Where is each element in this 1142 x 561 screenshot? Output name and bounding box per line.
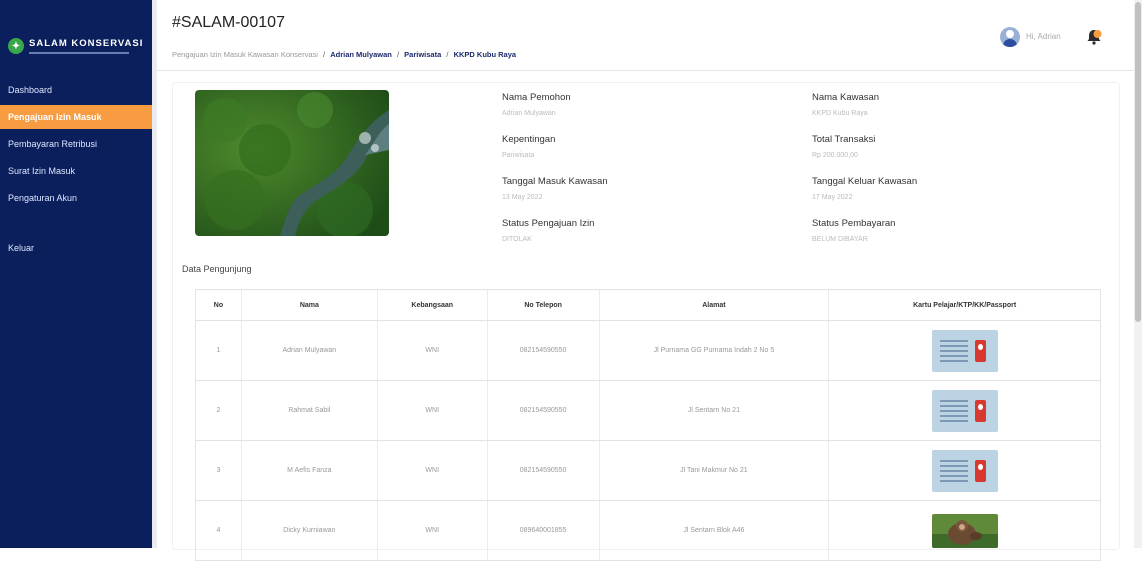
cell-no: 4 <box>195 500 242 561</box>
sidebar-item-pengaturan-akun[interactable]: Pengaturan Akun <box>0 186 152 210</box>
cell-kartu <box>828 500 1101 561</box>
cell-telepon: 089640001855 <box>486 500 600 561</box>
table-header-row: No Nama Kebangsaan No Telepon Alamat Kar… <box>195 289 1101 321</box>
field-nama-kawasan: Nama Kawasan KKPD Kubu Raya <box>812 92 879 117</box>
sidebar-divider <box>152 0 157 548</box>
field-kepentingan: Kepentingan Pariwisata <box>502 134 555 159</box>
id-card-thumbnail-icon[interactable] <box>931 449 998 492</box>
cell-nama: Dicky Kurniawan <box>240 500 378 561</box>
cell-alamat: Jl Sentarn No 21 <box>598 380 829 441</box>
table-row: 1 Adrian Mulyawan WNI 082154590550 Jl Pu… <box>195 320 1101 381</box>
cell-telepon: 082154590550 <box>486 320 600 381</box>
cell-kebangsaan: WNI <box>376 320 488 381</box>
app-logo-text: SALAM KONSERVASI <box>29 38 144 49</box>
column-header-alamat: Alamat <box>598 289 829 321</box>
breadcrumb-area[interactable]: KKPD Kubu Raya <box>454 50 517 59</box>
field-label: Nama Kawasan <box>812 92 880 103</box>
cell-nama: M Aefis Fanza <box>240 440 378 501</box>
column-header-telepon: No Telepon <box>486 289 600 321</box>
field-value: KKPD Kubu Raya <box>812 110 868 117</box>
cell-no: 3 <box>195 440 242 501</box>
leaf-logo-icon: ✦ <box>8 38 24 54</box>
column-header-nama: Nama <box>240 289 378 321</box>
cell-telepon: 082154590550 <box>486 440 600 501</box>
field-nama-pemohon: Nama Pemohon Adrian Mulyawan <box>502 92 571 117</box>
field-value: 13 May 2022 <box>502 194 543 201</box>
table-row: 2 Rahmat Sabil WNI 082154590550 Jl Senta… <box>195 380 1101 441</box>
field-label: Total Transaksi <box>812 134 876 145</box>
column-header-kebangsaan: Kebangsaan <box>376 289 488 321</box>
sidebar-item-pembayaran-retribusi[interactable]: Pembayaran Retribusi <box>0 132 152 156</box>
app-logo[interactable]: ✦ SALAM KONSERVASI <box>8 32 148 60</box>
visitors-table: No Nama Kebangsaan No Telepon Alamat Kar… <box>195 289 1101 561</box>
visitors-section-title: Data Pengunjung <box>182 264 252 274</box>
field-value: Rp 200.000,00 <box>812 152 858 159</box>
field-tanggal-keluar: Tanggal Keluar Kawasan 17 May 2022 <box>812 176 917 201</box>
field-label: Nama Pemohon <box>502 92 571 103</box>
logo-tagline-bar <box>29 52 129 54</box>
field-label: Tanggal Masuk Kawasan <box>502 176 608 187</box>
cell-alamat: Jl Purnama GG Purnama Indah 2 No 5 <box>598 320 829 381</box>
area-photo <box>195 90 389 236</box>
cell-alamat: Jl Tani Makmur No 21 <box>598 440 829 501</box>
sidebar: ✦ SALAM KONSERVASI Dashboard Pengajuan I… <box>0 0 152 548</box>
sidebar-item-pengajuan-izin-masuk[interactable]: Pengajuan Izin Masuk <box>0 105 152 129</box>
page-title: #SALAM-00107 <box>172 14 285 31</box>
field-value: BELUM DIBAYAR <box>812 236 868 243</box>
table-row: 4 Dicky Kurniawan WNI 089640001855 Jl Se… <box>195 500 1101 561</box>
cell-kebangsaan: WNI <box>376 500 488 561</box>
breadcrumb-applicant[interactable]: Adrian Mulyawan <box>330 50 392 59</box>
cell-nama: Adrian Mulyawan <box>240 320 378 381</box>
id-card-thumbnail-icon[interactable] <box>931 329 998 372</box>
field-total-transaksi: Total Transaksi Rp 200.000,00 <box>812 134 875 159</box>
animal-photo-thumbnail[interactable] <box>931 513 998 548</box>
cell-no: 2 <box>195 380 242 441</box>
column-header-kartu: Kartu Pelajar/KTP/KK/Passport <box>828 289 1101 321</box>
cell-kebangsaan: WNI <box>376 440 488 501</box>
id-card-thumbnail-icon[interactable] <box>931 389 998 432</box>
breadcrumb: Pengajuan Izin Masuk Kawasan Konservasi … <box>172 50 517 59</box>
field-status-pengajuan: Status Pengajuan Izin DITOLAK <box>502 218 594 243</box>
field-status-pembayaran: Status Pembayaran BELUM DIBAYAR <box>812 218 895 243</box>
field-value: Pariwisata <box>502 152 535 159</box>
bell-icon[interactable] <box>1085 28 1103 46</box>
field-label: Kepentingan <box>502 134 556 145</box>
field-label: Status Pengajuan Izin <box>502 218 595 229</box>
sidebar-item-keluar[interactable]: Keluar <box>0 236 152 260</box>
sidebar-item-surat-izin-masuk[interactable]: Surat Izin Masuk <box>0 159 152 183</box>
field-value: 17 May 2022 <box>812 194 853 201</box>
breadcrumb-purpose[interactable]: Pariwisata <box>404 50 441 59</box>
cell-kartu <box>828 320 1101 381</box>
cell-kebangsaan: WNI <box>376 380 488 441</box>
cell-telepon: 082154590550 <box>486 380 600 441</box>
cell-kartu <box>828 380 1101 441</box>
scrollbar-thumb[interactable] <box>1135 2 1141 322</box>
cell-no: 1 <box>195 320 242 381</box>
user-avatar-icon[interactable] <box>1000 27 1020 47</box>
column-header-no: No <box>195 289 242 321</box>
cell-kartu <box>828 440 1101 501</box>
cell-alamat: Jl Sentarn Blok A46 <box>598 500 829 561</box>
cell-nama: Rahmat Sabil <box>240 380 378 441</box>
table-row: 3 M Aefis Fanza WNI 082154590550 Jl Tani… <box>195 440 1101 501</box>
field-value: Adrian Mulyawan <box>502 110 556 117</box>
header <box>157 0 1134 71</box>
field-label: Status Pembayaran <box>812 218 896 229</box>
user-greeting[interactable]: Hi, Adrian <box>1026 32 1061 41</box>
field-value: DITOLAK <box>502 236 532 243</box>
field-label: Tanggal Keluar Kawasan <box>812 176 918 187</box>
sidebar-item-dashboard[interactable]: Dashboard <box>0 78 152 102</box>
breadcrumb-root[interactable]: Pengajuan Izin Masuk Kawasan Konservasi <box>172 50 318 59</box>
field-tanggal-masuk: Tanggal Masuk Kawasan 13 May 2022 <box>502 176 608 201</box>
